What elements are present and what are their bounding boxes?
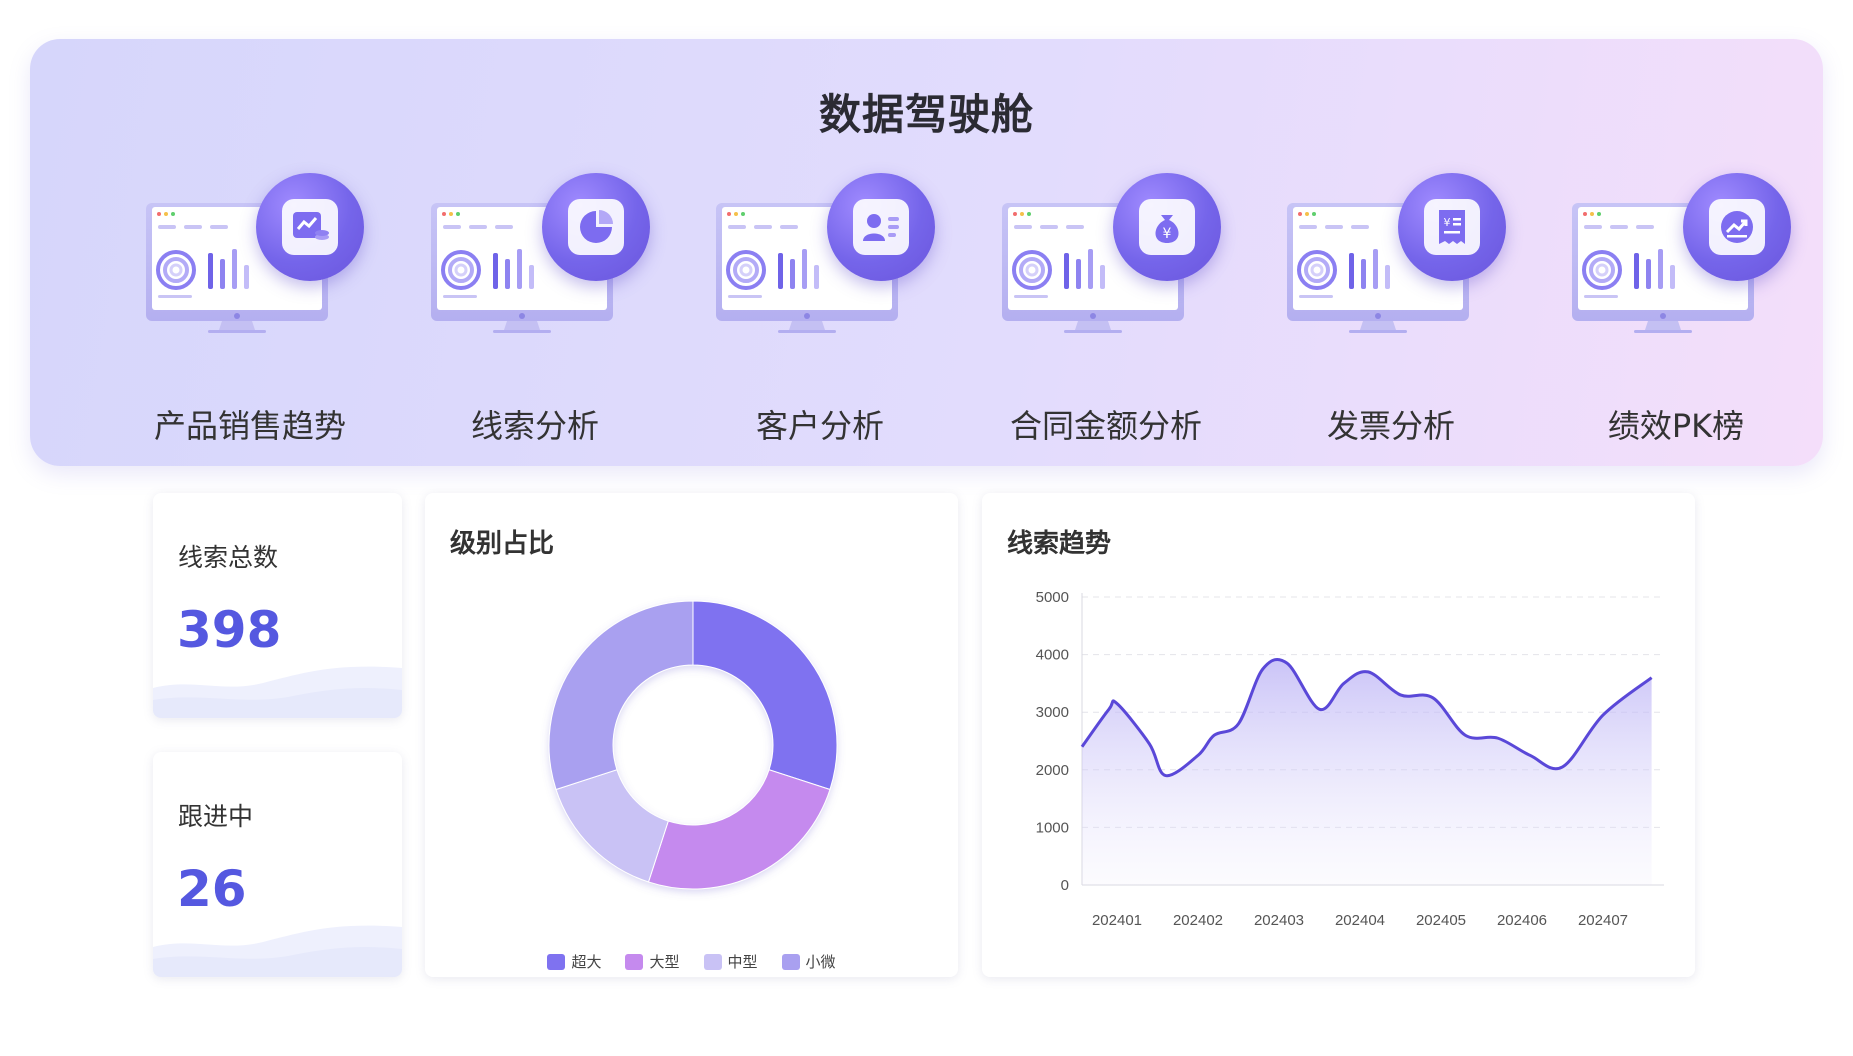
level-ratio-card: 级别占比 超大 大型 中型 小微 [425,493,958,977]
donut-slice-小微[interactable] [548,600,694,791]
growth-arrow-icon [1709,199,1765,255]
in-progress-card[interactable]: 跟进中 26 [153,752,402,977]
donut-legend: 超大 大型 中型 小微 [425,951,958,972]
module-badge [1683,173,1791,281]
data-cockpit-banner: 数据驾驶舱 产品销售趋势 线索分析 客户分析 ¥ 合同金额分析 ¥ 发票分析 绩… [30,39,1823,466]
module-badge [827,173,935,281]
cockpit-module[interactable]: 线索分析 [405,173,665,445]
y-tick-label: 2000 [1036,762,1069,779]
legend-label: 超大 [571,953,602,971]
pie-chart-icon [568,199,624,255]
legend-item[interactable]: 中型 [703,951,758,972]
cockpit-module[interactable]: ¥ 合同金额分析 [976,173,1236,445]
legend-label: 中型 [727,953,758,971]
wave-decoration [153,925,402,977]
svg-text:¥: ¥ [1444,216,1451,229]
donut-slice-超大[interactable] [692,600,838,791]
donut-slice-中型[interactable] [555,769,669,883]
level-donut-chart[interactable] [425,493,958,933]
module-label: 客户分析 [755,407,884,445]
module-badge: ¥ [1113,173,1221,281]
legend-swatch [625,953,644,970]
x-tick-label: 202404 [1335,912,1385,929]
module-label: 线索分析 [470,407,599,445]
y-tick-label: 3000 [1036,704,1069,721]
in-progress-label: 跟进中 [178,802,254,831]
legend-item[interactable]: 小微 [781,951,836,972]
invoice-icon: ¥ [1424,199,1480,255]
svg-text:¥: ¥ [1163,226,1172,242]
module-label: 合同金额分析 [1009,407,1202,445]
y-tick-label: 0 [1061,877,1069,894]
module-badge [542,173,650,281]
wave-decoration [153,666,402,718]
legend-item[interactable]: 超大 [547,951,601,972]
x-tick-label: 202406 [1497,912,1547,929]
cockpit-module[interactable]: ¥ 发票分析 [1261,173,1521,445]
cockpit-module[interactable]: 产品销售趋势 [120,173,380,445]
module-label: 发票分析 [1326,407,1455,445]
cockpit-module[interactable]: 客户分析 [690,173,950,445]
x-tick-label: 202407 [1578,912,1628,929]
lead-trend-card: 线索趋势 0 1000 2000 3000 4000 5000 202401 202402 20… [982,493,1695,977]
lead-trend-chart[interactable]: 0 1000 2000 3000 4000 5000 202401 202402 202403 2… [982,493,1695,977]
legend-swatch [703,953,722,970]
x-tick-label: 202405 [1416,912,1466,929]
y-tick-label: 4000 [1036,647,1069,664]
y-tick-label: 5000 [1036,589,1069,606]
x-tick-label: 202401 [1092,912,1142,929]
legend-swatch [781,953,800,970]
module-badge [256,173,364,281]
money-bag-icon: ¥ [1139,199,1195,255]
cockpit-title: 数据驾驶舱 [818,90,1034,139]
customer-card-icon [853,199,909,255]
total-leads-card[interactable]: 线索总数 398 [153,493,402,718]
legend-swatch [547,953,566,970]
cockpit-module[interactable]: 绩效PK榜 [1546,173,1806,445]
total-leads-label: 线索总数 [178,543,279,572]
x-tick-label: 202403 [1254,912,1304,929]
y-tick-label: 1000 [1036,819,1069,836]
module-label: 绩效PK榜 [1607,407,1745,445]
legend-item[interactable]: 大型 [625,951,680,972]
trend-area-fill [1082,659,1652,885]
x-tick-label: 202402 [1173,912,1223,929]
legend-label: 大型 [649,953,680,971]
module-label: 产品销售趋势 [153,407,346,445]
legend-label: 小微 [805,953,836,971]
module-badge: ¥ [1398,173,1506,281]
donut-slice-大型[interactable] [647,769,831,890]
sales-trend-icon [282,199,338,255]
